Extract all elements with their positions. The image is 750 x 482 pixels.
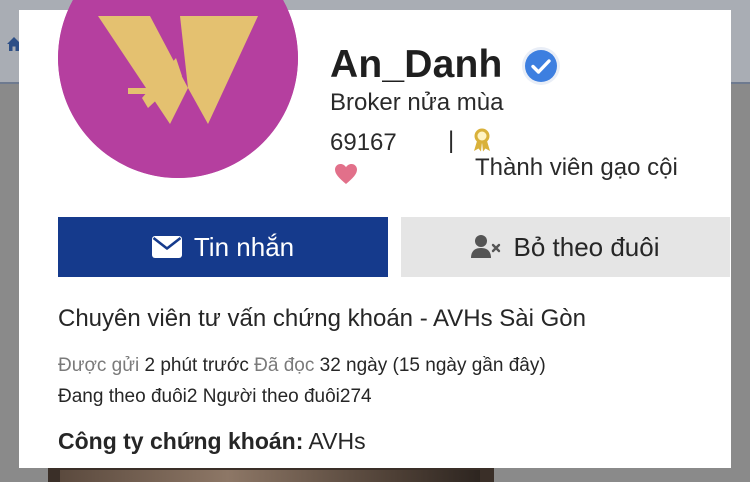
followers-label: Người theo đuôi (202, 386, 340, 407)
like-count: 69167 (330, 129, 397, 156)
user-title: Broker nửa mùa (330, 89, 504, 116)
heart-icon (334, 163, 358, 185)
envelope-icon (151, 236, 182, 258)
profile-card: An_Danh Broker nửa mùa 69167 | Thành viê… (19, 0, 731, 468)
unfollow-button[interactable]: Bỏ theo đuôi (401, 217, 730, 277)
following-label: Đang theo đuôi (58, 386, 187, 407)
username[interactable]: An_Danh (330, 43, 503, 87)
company-value: AVHs (308, 428, 366, 454)
message-button[interactable]: Tin nhắn (58, 217, 388, 277)
award-ribbon-icon (472, 128, 492, 152)
followers-count[interactable]: 274 (340, 386, 372, 407)
message-button-label: Tin nhắn (193, 231, 295, 262)
member-rank: Thành viên gạo cội (475, 154, 678, 181)
user-remove-icon (471, 235, 501, 259)
unfollow-button-label: Bỏ theo đuôi (513, 231, 660, 262)
stat-separator: | (448, 127, 455, 154)
follow-info: Đang theo đuôi2 Người theo đuôi274 (58, 386, 372, 408)
avatar-logo-icon (58, 0, 298, 178)
company-label: Công ty chứng khoán: (58, 428, 304, 454)
background-post-image-content (60, 470, 480, 482)
avatar[interactable] (58, 0, 298, 178)
activity-info: Được gửi 2 phút trước Đã đọc 32 ngày (15… (58, 355, 546, 377)
user-bio: Chuyên viên tư vấn chứng khoán - AVHs Sà… (58, 305, 586, 332)
read-value: 32 ngày (15 ngày gần đây) (319, 355, 546, 376)
verified-check-icon (521, 46, 561, 86)
posted-label: Được gửi (58, 355, 140, 376)
following-count[interactable]: 2 (187, 386, 198, 407)
company-info: Công ty chứng khoán: AVHs (58, 428, 366, 455)
read-label: Đã đọc (254, 355, 315, 376)
posted-value: 2 phút trước (144, 355, 249, 376)
